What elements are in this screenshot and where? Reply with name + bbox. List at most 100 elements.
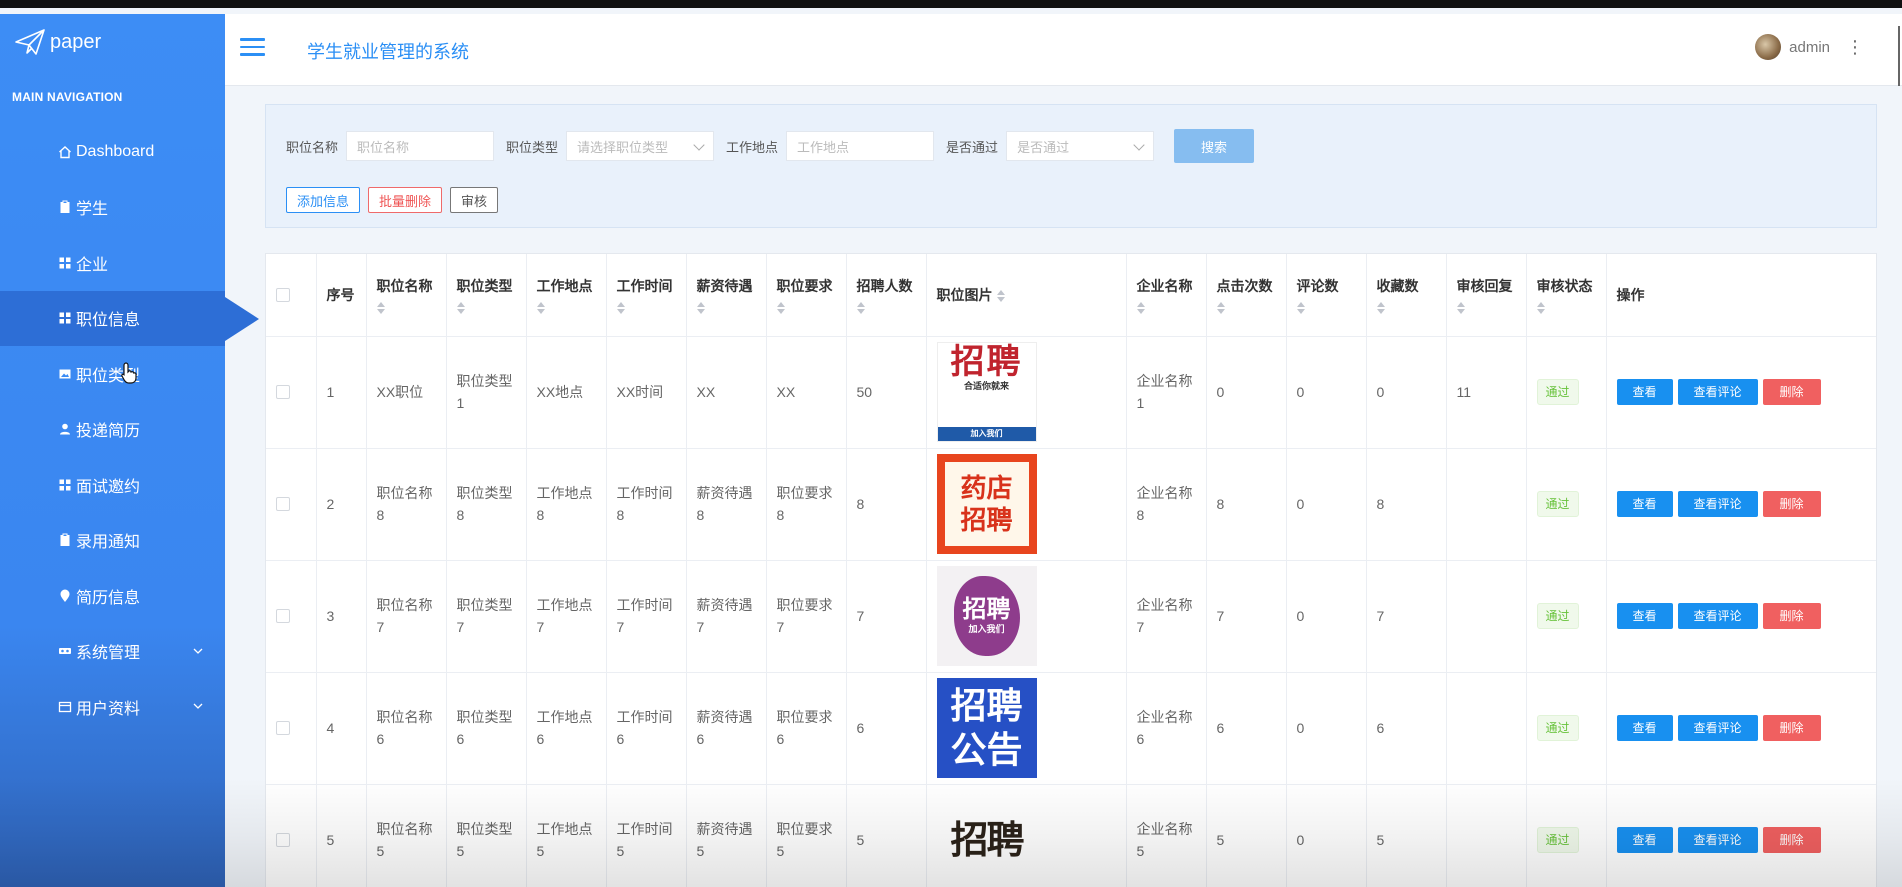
delete-button[interactable]: 删除 bbox=[1762, 715, 1821, 741]
sort-icon[interactable] bbox=[376, 301, 385, 314]
cell-job-name: 职位名称8 bbox=[366, 448, 447, 561]
col-work-time[interactable]: 工作时间 bbox=[606, 254, 687, 337]
approved-select[interactable]: 是否通过 bbox=[1006, 131, 1155, 161]
job-picture[interactable]: 招聘 bbox=[936, 790, 1037, 887]
col-company[interactable]: 企业名称 bbox=[1126, 254, 1207, 337]
sidebar-item-label: 职位信息 bbox=[76, 312, 141, 330]
cell-comments: 0 bbox=[1286, 672, 1367, 785]
delete-button[interactable]: 删除 bbox=[1762, 827, 1821, 853]
app-window: paper MAIN NAVIGATION Dashboard 学生 企业 职位… bbox=[0, 8, 1902, 887]
col-job-type[interactable]: 职位类型 bbox=[446, 254, 527, 337]
delete-button[interactable]: 删除 bbox=[1762, 379, 1821, 405]
delete-button[interactable]: 删除 bbox=[1762, 491, 1821, 517]
col-location[interactable]: 工作地点 bbox=[526, 254, 607, 337]
sidebar-item-system-management[interactable]: 系统管理 bbox=[0, 624, 225, 680]
col-headcount[interactable]: 招聘人数 bbox=[846, 254, 927, 337]
view-button[interactable]: 查看 bbox=[1616, 715, 1673, 741]
col-picture[interactable]: 职位图片 bbox=[926, 254, 1127, 337]
sort-icon[interactable] bbox=[536, 301, 545, 314]
sort-icon[interactable] bbox=[1536, 301, 1545, 314]
batch-delete-button[interactable]: 批量删除 bbox=[368, 187, 443, 213]
sort-icon[interactable] bbox=[996, 290, 1005, 303]
add-button[interactable]: 添加信息 bbox=[286, 187, 361, 213]
delete-button[interactable]: 删除 bbox=[1762, 603, 1821, 629]
view-comments-button[interactable]: 查看评论 bbox=[1677, 379, 1758, 405]
col-label: 企业名称 bbox=[1136, 277, 1193, 294]
col-job-name[interactable]: 职位名称 bbox=[366, 254, 447, 337]
col-salary[interactable]: 薪资待遇 bbox=[686, 254, 767, 337]
row-checkbox[interactable] bbox=[276, 833, 290, 847]
user-menu[interactable]: admin ⋮ bbox=[1755, 34, 1864, 60]
location-label: 工作地点 bbox=[726, 139, 779, 155]
sort-icon[interactable] bbox=[1456, 301, 1465, 314]
sidebar-item-offer-notices[interactable]: 录用通知 bbox=[0, 513, 225, 569]
cell-work-time: 工作时间7 bbox=[606, 560, 687, 673]
sort-icon[interactable] bbox=[1216, 301, 1225, 314]
sort-icon[interactable] bbox=[1376, 301, 1385, 314]
sidebar-item-resume-info[interactable]: 简历信息 bbox=[0, 568, 225, 624]
job-picture[interactable]: 药店 招聘 bbox=[936, 454, 1037, 554]
cell-work-time: 工作时间6 bbox=[606, 672, 687, 785]
view-comments-button[interactable]: 查看评论 bbox=[1677, 715, 1758, 741]
location-input[interactable]: 工作地点 bbox=[786, 131, 935, 161]
view-comments-button[interactable]: 查看评论 bbox=[1677, 827, 1758, 853]
sort-icon[interactable] bbox=[456, 301, 465, 314]
col-comments[interactable]: 评论数 bbox=[1286, 254, 1367, 337]
search-button[interactable]: 搜索 bbox=[1174, 129, 1255, 163]
sidebar-item-job-info[interactable]: 职位信息 bbox=[0, 290, 259, 346]
cell-company: 企业名称8 bbox=[1126, 448, 1207, 561]
col-clicks[interactable]: 点击次数 bbox=[1206, 254, 1287, 337]
job-type-select[interactable]: 请选择职位类型 bbox=[566, 131, 715, 161]
sort-icon[interactable] bbox=[616, 301, 625, 314]
sort-icon[interactable] bbox=[776, 301, 785, 314]
row-checkbox[interactable] bbox=[276, 721, 290, 735]
cell-headcount: 7 bbox=[846, 560, 927, 673]
view-button[interactable]: 查看 bbox=[1616, 491, 1673, 517]
view-comments-button[interactable]: 查看评论 bbox=[1677, 603, 1758, 629]
col-requirement[interactable]: 职位要求 bbox=[766, 254, 847, 337]
row-checkbox[interactable] bbox=[276, 385, 290, 399]
row-checkbox[interactable] bbox=[276, 609, 290, 623]
job-picture[interactable]: 招聘 公告 bbox=[936, 678, 1037, 778]
sort-icon[interactable] bbox=[1136, 301, 1145, 314]
job-picture[interactable]: 招聘 合适你就来 加入我们 bbox=[936, 342, 1037, 442]
cell-job-name: 职位名称7 bbox=[366, 560, 447, 673]
sidebar-item-user-profile[interactable]: 用户资料 bbox=[0, 679, 225, 735]
picture-text: 招聘 bbox=[960, 505, 1013, 535]
logo[interactable]: paper bbox=[14, 28, 101, 56]
sort-icon[interactable] bbox=[856, 301, 865, 314]
row-checkbox[interactable] bbox=[276, 497, 290, 511]
sidebar-item-resume-submissions[interactable]: 投递简历 bbox=[0, 402, 225, 458]
scrollbar[interactable] bbox=[1898, 26, 1900, 86]
view-button[interactable]: 查看 bbox=[1616, 379, 1673, 405]
col-favorites[interactable]: 收藏数 bbox=[1366, 254, 1447, 337]
sidebar-item-students[interactable]: 学生 bbox=[0, 180, 225, 236]
menu-toggle-icon[interactable] bbox=[240, 38, 265, 58]
sidebar-item-companies[interactable]: 企业 bbox=[0, 235, 225, 291]
status-badge: 通过 bbox=[1536, 379, 1579, 405]
col-review-reply[interactable]: 审核回复 bbox=[1446, 254, 1527, 337]
sort-icon[interactable] bbox=[1296, 301, 1305, 314]
cell-review-reply bbox=[1446, 448, 1527, 561]
avatar[interactable] bbox=[1755, 34, 1782, 60]
job-name-input[interactable]: 职位名称 bbox=[346, 131, 495, 161]
view-button[interactable]: 查看 bbox=[1616, 603, 1673, 629]
sort-icon[interactable] bbox=[696, 301, 705, 314]
cell-review-reply bbox=[1446, 560, 1527, 673]
picture-subtext: 加入我们 bbox=[968, 624, 1005, 634]
view-button[interactable]: 查看 bbox=[1616, 827, 1673, 853]
col-review-status[interactable]: 审核状态 bbox=[1526, 254, 1607, 337]
review-button[interactable]: 审核 bbox=[450, 187, 499, 213]
table-row: 1 XX职位 职位类型1 XX地点 XX时间 XX XX 50 招聘 合适你就来… bbox=[266, 336, 1876, 449]
sidebar-item-interview-invites[interactable]: 面试邀约 bbox=[0, 457, 225, 513]
view-comments-button[interactable]: 查看评论 bbox=[1677, 491, 1758, 517]
sidebar-item-label: 学生 bbox=[76, 201, 109, 219]
select-all-checkbox[interactable] bbox=[276, 287, 290, 302]
user-icon bbox=[60, 423, 70, 435]
cell-salary: 薪资待遇8 bbox=[686, 448, 767, 561]
job-picture[interactable]: 招聘 加入我们 bbox=[936, 566, 1037, 666]
cell-actions: 查看 查看评论 删除 bbox=[1606, 784, 1876, 887]
sidebar-item-dashboard[interactable]: Dashboard bbox=[0, 124, 225, 180]
more-vertical-icon[interactable]: ⋮ bbox=[1846, 37, 1864, 58]
sidebar-item-job-types[interactable]: 职位类型 bbox=[0, 346, 225, 402]
